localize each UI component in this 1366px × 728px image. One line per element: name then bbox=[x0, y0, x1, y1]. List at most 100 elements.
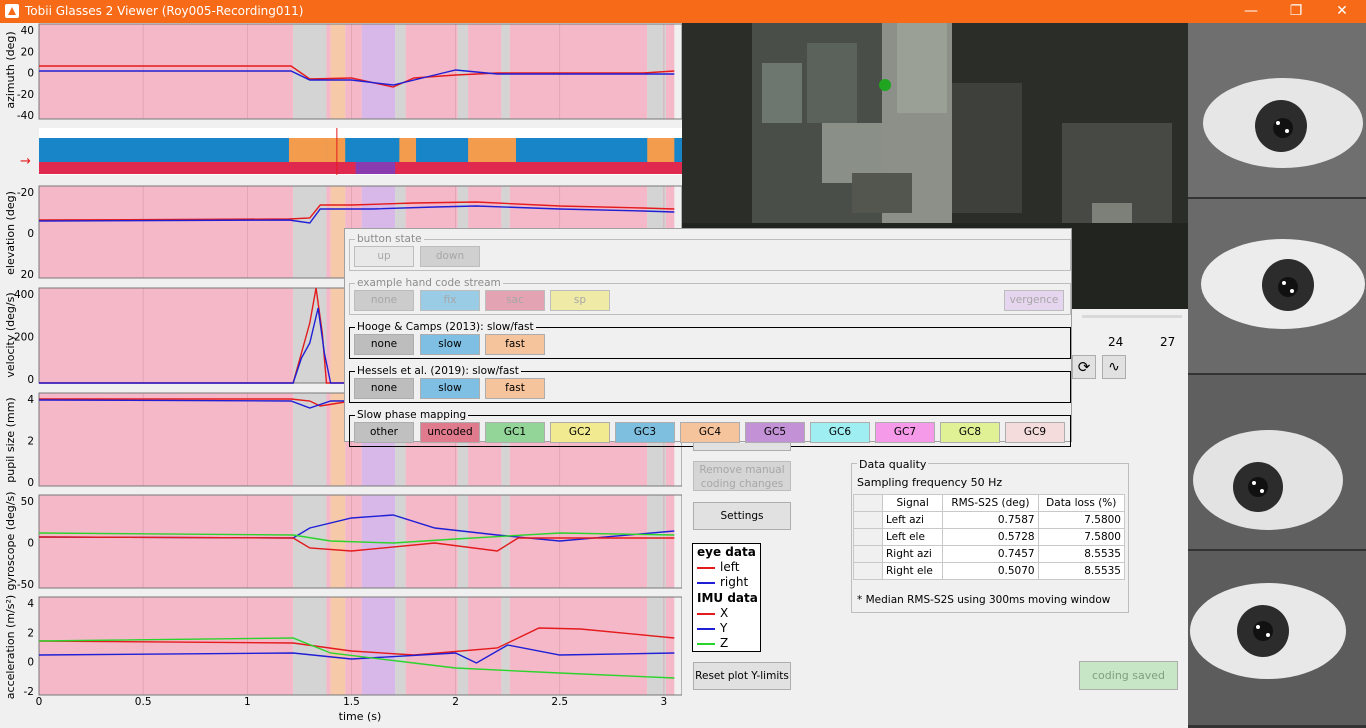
row-marker-arrow: → bbox=[20, 154, 31, 169]
y-tick-label: 0 bbox=[27, 477, 34, 489]
down-button[interactable]: down bbox=[420, 246, 480, 267]
event-band bbox=[405, 597, 458, 695]
group-title: example hand code stream bbox=[355, 276, 503, 290]
group-title: Hessels et al. (2019): slow/fast bbox=[355, 364, 521, 378]
spm-gc5-button[interactable]: GC5 bbox=[745, 422, 805, 443]
eye-image bbox=[1188, 375, 1366, 549]
event-band bbox=[361, 24, 396, 119]
y-tick-label: 50 bbox=[21, 496, 34, 508]
hidden-button-edge[interactable] bbox=[693, 443, 791, 451]
spm-gc7-button[interactable]: GC7 bbox=[875, 422, 935, 443]
coding-panel: button state up down example hand code s… bbox=[344, 228, 1072, 447]
legend-item: X bbox=[697, 606, 757, 621]
coding-saved-button[interactable]: coding saved bbox=[1079, 661, 1178, 690]
spm-gc2-button[interactable]: GC2 bbox=[550, 422, 610, 443]
hc-fast-button[interactable]: fast bbox=[485, 334, 545, 355]
y-tick-label: 40 bbox=[21, 25, 34, 37]
code-sac-button[interactable]: sac bbox=[485, 290, 545, 311]
y-tick-label: 2 bbox=[27, 436, 34, 448]
y-tick-label: 0 bbox=[27, 228, 34, 240]
data-quality-footnote: * Median RMS-S2S using 300ms moving wind… bbox=[857, 594, 1111, 606]
plot-legend: eye data left right IMU data X Y Z bbox=[692, 543, 761, 652]
y-tick-label: 4 bbox=[27, 598, 34, 610]
y-axis-label: pupil size (mm) bbox=[4, 397, 17, 482]
event-band bbox=[395, 24, 406, 119]
event-sac-segment bbox=[399, 138, 417, 162]
y-tick-label: 4 bbox=[27, 394, 34, 406]
close-button[interactable]: ✕ bbox=[1319, 0, 1365, 23]
spm-gc1-button[interactable]: GC1 bbox=[485, 422, 545, 443]
data-quality-table: Signal RMS-S2S (deg) Data loss (%) Left … bbox=[853, 494, 1126, 580]
event-band bbox=[665, 597, 675, 695]
event-stream-fix bbox=[39, 150, 682, 162]
spm-uncoded-button[interactable]: uncoded bbox=[420, 422, 480, 443]
code-fix-button[interactable]: fix bbox=[420, 290, 480, 311]
remove-manual-coding-button[interactable]: Remove manual coding changes bbox=[693, 461, 791, 491]
x-tick-label: 2 bbox=[452, 696, 459, 708]
hs-fast-button[interactable]: fast bbox=[485, 378, 545, 399]
legend-item: right bbox=[697, 575, 757, 590]
event-stream-fix bbox=[39, 138, 682, 150]
y-axis-label: elevation (deg) bbox=[4, 191, 17, 275]
up-button[interactable]: up bbox=[354, 246, 414, 267]
gaze-point bbox=[879, 79, 891, 91]
code-sp-button[interactable]: sp bbox=[550, 290, 610, 311]
event-band bbox=[330, 288, 346, 383]
event-sac-segment bbox=[326, 138, 346, 162]
x-tick-label: 3 bbox=[661, 696, 668, 708]
event-band bbox=[468, 495, 502, 588]
y-axis-label: azimuth (deg) bbox=[4, 31, 17, 108]
timeline-tick: 27 bbox=[1160, 335, 1176, 349]
y-tick-label: 2 bbox=[27, 627, 34, 639]
hc-none-button[interactable]: none bbox=[354, 334, 414, 355]
spm-gc8-button[interactable]: GC8 bbox=[940, 422, 1000, 443]
table-row: Left ele 0.5728 7.5800 bbox=[853, 528, 1126, 546]
spm-gc3-button[interactable]: GC3 bbox=[615, 422, 675, 443]
spm-gc6-button[interactable]: GC6 bbox=[810, 422, 870, 443]
legend-item: Z bbox=[697, 636, 757, 651]
maximize-button[interactable]: ❐ bbox=[1273, 0, 1319, 23]
hs-none-button[interactable]: none bbox=[354, 378, 414, 399]
event-band bbox=[39, 495, 294, 588]
minimize-button[interactable]: — bbox=[1228, 0, 1274, 23]
x-tick-label: 1.5 bbox=[343, 696, 360, 708]
code-vergence-button[interactable]: vergence bbox=[1004, 290, 1064, 311]
x-tick-label: 0.5 bbox=[135, 696, 152, 708]
event-band bbox=[647, 597, 666, 695]
event-band bbox=[330, 24, 346, 119]
loop-icon[interactable]: ⟳ bbox=[1072, 355, 1096, 379]
event-sac-segment bbox=[288, 138, 327, 162]
column-header: RMS-S2S (deg) bbox=[942, 494, 1039, 512]
event-band bbox=[293, 186, 327, 278]
event-band bbox=[457, 495, 469, 588]
y-tick-label: -20 bbox=[17, 89, 34, 101]
reset-plot-ylimits-button[interactable]: Reset plot Y-limits bbox=[693, 662, 791, 690]
imu-data-header: IMU data bbox=[697, 591, 758, 605]
code-none-button[interactable]: none bbox=[354, 290, 414, 311]
timeline-slider[interactable]: 24 27 ⟳ ∿ bbox=[1070, 310, 1188, 380]
x-axis-label: time (s) bbox=[339, 710, 382, 723]
hc-slow-button[interactable]: slow bbox=[420, 334, 480, 355]
y-tick-label: 20 bbox=[21, 269, 34, 281]
eye-image bbox=[1188, 23, 1366, 197]
event-band bbox=[501, 24, 510, 119]
title-bar: Tobii Glasses 2 Viewer (Roy005-Recording… bbox=[0, 0, 1366, 23]
hs-slow-button[interactable]: slow bbox=[420, 378, 480, 399]
spm-gc9-button[interactable]: GC9 bbox=[1005, 422, 1065, 443]
event-band bbox=[395, 495, 406, 588]
event-band bbox=[501, 495, 510, 588]
wave-icon[interactable]: ∿ bbox=[1102, 355, 1126, 379]
eye-image bbox=[1188, 199, 1366, 373]
settings-button[interactable]: Settings bbox=[693, 502, 791, 530]
spm-other-button[interactable]: other bbox=[354, 422, 414, 443]
y-tick-label: 0 bbox=[27, 68, 34, 80]
event-band bbox=[39, 393, 294, 486]
event-band bbox=[293, 597, 327, 695]
timeline-track[interactable] bbox=[1082, 315, 1182, 318]
group-title: Hooge & Camps (2013): slow/fast bbox=[355, 320, 536, 334]
y-tick-label: 20 bbox=[21, 46, 34, 58]
y-tick-label: 0 bbox=[27, 374, 34, 386]
spm-gc4-button[interactable]: GC4 bbox=[680, 422, 740, 443]
group-hand-code-stream: example hand code stream none fix sac sp… bbox=[349, 276, 1071, 315]
column-header: Data loss (%) bbox=[1037, 494, 1126, 512]
